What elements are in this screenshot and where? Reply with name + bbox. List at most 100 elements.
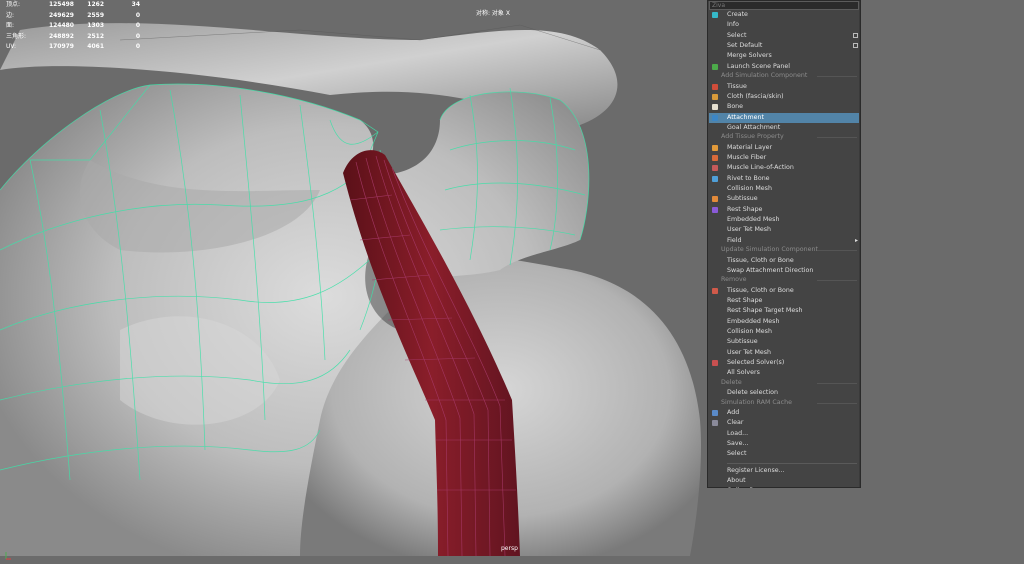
menu-section-header: Add Simulation Component — [721, 71, 859, 82]
menu-item-muscle-line-of-action[interactable]: Muscle Line-of-Action — [709, 163, 859, 174]
menu-section-header: Simulation RAM Cache — [721, 398, 859, 409]
menu-item-register-license[interactable]: Register License... — [709, 466, 859, 477]
hud-row: 边: 249629 2559 0 — [6, 11, 146, 22]
menu-scrollbar[interactable] — [859, 1, 860, 487]
hud-component-value: 0 — [135, 43, 140, 51]
menu-item-clear[interactable]: Clear — [709, 418, 859, 429]
hud-component-value: 0 — [135, 32, 140, 40]
material-layer-icon — [712, 144, 718, 151]
menu-item-create[interactable]: Create — [709, 10, 859, 21]
menu-item-label: Subtissue — [727, 195, 758, 203]
menu-item-label: Rest Shape — [727, 297, 763, 304]
menu-item-label: Select — [727, 450, 747, 458]
menu-item-label: Muscle Line-of-Action — [727, 164, 794, 172]
hud-row-label: UV: — [6, 43, 17, 51]
menu-item-subtissue[interactable]: Subtissue — [709, 337, 859, 348]
menu-item-embedded-mesh[interactable]: Embedded Mesh — [709, 317, 859, 328]
menu-item-label: Set Default — [727, 42, 763, 50]
hud-row: 顶点: 125498 1262 34 — [6, 0, 146, 11]
menu-section-header: Delete — [721, 378, 859, 389]
rivet-icon — [712, 175, 718, 182]
hud-selected-value: 4061 — [87, 43, 104, 51]
menu-item-subtissue[interactable]: Subtissue — [709, 194, 859, 205]
subtissue-icon — [712, 196, 718, 203]
3d-viewport[interactable] — [0, 0, 1024, 556]
menu-item-info[interactable]: Info — [709, 20, 859, 31]
menu-item-set-default[interactable]: Set Default — [709, 41, 859, 52]
menu-item-select[interactable]: Select — [709, 31, 859, 42]
muscle-fiber-icon — [712, 155, 718, 161]
hud-component-value: 34 — [131, 1, 140, 8]
poly-count-hud: 顶点: 125498 1262 34 边: 249629 2559 0 面: 124480 1303… — [6, 0, 146, 53]
menu-item-tissue-cloth-or-bone[interactable]: Tissue, Cloth or Bone — [709, 256, 859, 267]
menu-item-label: Attachment — [727, 113, 764, 121]
menu-item-about[interactable]: About — [709, 476, 859, 487]
axis-gizmo-icon — [4, 545, 12, 564]
menu-item-merge-solvers[interactable]: Merge Solvers — [709, 51, 859, 62]
hud-row-label: 三角形: — [6, 32, 27, 40]
menu-item-label: Online Resources — [727, 486, 781, 488]
menu-items: Create Info Select Set Default Merge Solvers… — [709, 10, 859, 488]
hud-selected-value: 2559 — [87, 11, 104, 19]
menu-item-label: Rest Shape — [727, 205, 763, 213]
menu-item-label: Cloth (fascia/skin) — [727, 92, 784, 100]
menu-item-embedded-mesh[interactable]: Embedded Mesh — [709, 215, 859, 226]
symmetry-label: 对称: 对象 X — [476, 10, 510, 17]
hud-row: 三角形: 248892 2512 0 — [6, 32, 146, 43]
menu-item-label: Merge Solvers — [727, 52, 772, 60]
cloth-icon — [712, 93, 718, 100]
option-box-icon[interactable] — [853, 43, 858, 49]
hud-row: UV: 170979 4061 0 — [6, 42, 146, 53]
ziva-logo-icon — [712, 12, 718, 18]
menu-search-input[interactable]: Ziva — [709, 1, 859, 10]
menu-item-label: Muscle Fiber — [727, 154, 767, 161]
bone-icon — [712, 104, 718, 111]
menu-item-collision-mesh[interactable]: Collision Mesh — [709, 184, 859, 195]
menu-item-muscle-fiber[interactable]: Muscle Fiber — [709, 153, 859, 164]
hud-component-value: 0 — [135, 22, 140, 30]
menu-item-label: User Tet Mesh — [727, 348, 772, 356]
menu-item-attachment[interactable]: Attachment — [709, 112, 859, 124]
menu-item-online-resources[interactable]: Online Resources — [709, 486, 859, 488]
option-box-icon[interactable] — [853, 32, 858, 38]
menu-item-label: Collision Mesh — [727, 328, 772, 336]
menu-item-tissue-cloth-or-bone[interactable]: Tissue, Cloth or Bone — [709, 286, 859, 297]
cache-clear-icon — [712, 420, 718, 427]
cache-add-icon — [712, 409, 718, 416]
menu-item-user-tet-mesh[interactable]: User Tet Mesh — [709, 348, 859, 359]
menu-item-label: Bone — [727, 103, 744, 111]
hud-row-label: 面: — [6, 22, 15, 30]
menu-item-label: User Tet Mesh — [727, 226, 772, 234]
camera-label: persp — [501, 545, 518, 552]
line-of-action-icon — [712, 165, 718, 172]
menu-section-header: Update Simulation Component — [721, 245, 859, 256]
menu-item-user-tet-mesh[interactable]: User Tet Mesh — [709, 225, 859, 236]
menu-item-label: Rivet to Bone — [727, 174, 770, 182]
scene-panel-icon — [712, 63, 718, 70]
hud-row-label: 顶点: — [6, 1, 21, 8]
menu-item-label: Load... — [727, 429, 749, 437]
menu-separator — [727, 462, 857, 464]
menu-item-label: Select — [727, 31, 747, 39]
viewport-render — [0, 0, 1024, 556]
menu-item-load[interactable]: Load... — [709, 429, 859, 440]
menu-item-bone[interactable]: Bone — [709, 102, 859, 113]
rest-shape-icon — [712, 206, 718, 213]
menu-item-rivet-to-bone[interactable]: Rivet to Bone — [709, 174, 859, 185]
menu-item-tissue[interactable]: Tissue — [709, 82, 859, 93]
menu-item-collision-mesh[interactable]: Collision Mesh — [709, 327, 859, 338]
menu-item-save[interactable]: Save... — [709, 439, 859, 450]
menu-item-rest-shape[interactable]: Rest Shape — [709, 205, 859, 216]
hud-component-value: 0 — [135, 11, 140, 19]
menu-item-material-layer[interactable]: Material Layer — [709, 143, 859, 154]
menu-item-label: Add — [727, 408, 740, 416]
menu-item-cloth-fascia-skin[interactable]: Cloth (fascia/skin) — [709, 92, 859, 103]
menu-item-label: Register License... — [727, 466, 785, 474]
menu-item-rest-shape[interactable]: Rest Shape — [709, 296, 859, 307]
menu-item-add[interactable]: Add — [709, 408, 859, 419]
menu-item-label: Save... — [727, 440, 749, 447]
menu-item-label: Embedded Mesh — [727, 317, 780, 325]
menu-item-selected-solver-s[interactable]: Selected Solver(s) — [709, 358, 859, 369]
menu-item-rest-shape-target-mesh[interactable]: Rest Shape Target Mesh — [709, 306, 859, 317]
menu-item-select[interactable]: Select — [709, 449, 859, 460]
